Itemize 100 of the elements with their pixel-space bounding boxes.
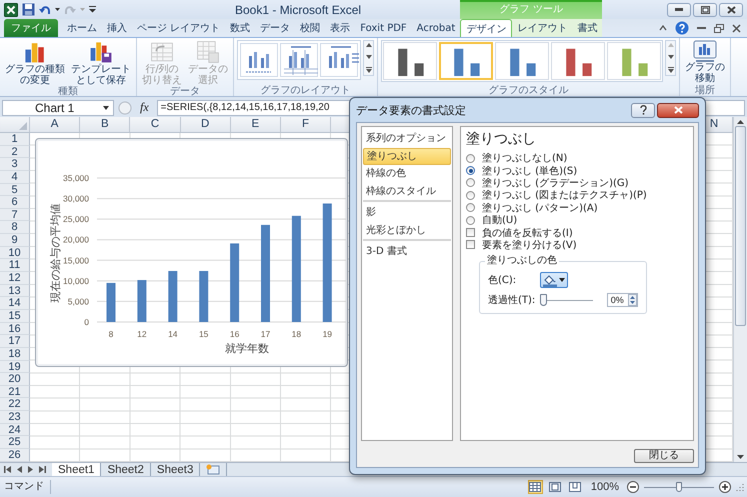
ribbon-tab[interactable]: 挿入 (102, 19, 132, 37)
spinner-icon[interactable] (628, 294, 637, 306)
ribbon-tab[interactable]: レイアウト (512, 19, 572, 37)
row-header[interactable]: 22 (0, 398, 30, 412)
ribbon-tab[interactable]: ホーム (62, 19, 102, 37)
row-header[interactable]: 2 (0, 146, 30, 158)
row-header[interactable]: 4 (0, 170, 30, 184)
row-header[interactable]: 11 (0, 259, 30, 272)
close-icon[interactable] (732, 24, 741, 32)
category-item[interactable]: 系列のオプション (363, 130, 451, 148)
maximize-button[interactable] (693, 2, 717, 16)
scroll-up-icon[interactable] (366, 43, 372, 47)
category-item[interactable]: 枠線の色 (363, 165, 451, 182)
collapse-ribbon-icon[interactable] (659, 25, 667, 31)
view-button[interactable] (568, 480, 583, 494)
row-header[interactable]: 12 (0, 272, 30, 285)
bar[interactable] (137, 280, 146, 322)
ribbon-tab[interactable]: 校閲 (295, 19, 326, 37)
style-thumbnail[interactable] (439, 42, 493, 80)
ribbon-tab[interactable]: Foxit PDF (355, 19, 412, 37)
row-header[interactable]: 8 (0, 221, 30, 234)
color-picker-button[interactable] (540, 272, 568, 288)
bar[interactable] (230, 243, 240, 322)
caret-icon[interactable] (55, 8, 60, 12)
column-header[interactable]: A (30, 117, 80, 132)
name-box[interactable]: Chart 1 (2, 100, 114, 116)
row-header[interactable]: 18 (0, 348, 30, 361)
more-icon[interactable] (366, 67, 372, 73)
row-header[interactable]: 9 (0, 234, 30, 247)
percent-field[interactable]: 0% (606, 293, 638, 308)
scroll-down-icon[interactable] (366, 55, 372, 59)
close-dialog-button[interactable]: 閉じる (634, 449, 694, 463)
category-item[interactable]: 塗りつぶし (363, 148, 451, 165)
category-item[interactable]: 影 (363, 204, 451, 222)
column-header[interactable]: B (80, 117, 130, 132)
row-header[interactable]: 21 (0, 386, 30, 398)
first-sheet-icon[interactable] (4, 466, 11, 473)
row-header[interactable]: 7 (0, 208, 30, 222)
row-header[interactable]: 20 (0, 373, 30, 386)
undo-icon[interactable] (39, 4, 51, 16)
help-button[interactable] (631, 102, 655, 118)
ribbon-tab[interactable]: Acrobat (412, 19, 460, 37)
next-sheet-icon[interactable] (28, 466, 33, 473)
resize-grip-icon[interactable] (736, 483, 744, 491)
last-sheet-icon[interactable] (39, 466, 46, 473)
view-button[interactable] (548, 480, 563, 494)
ribbon-tab[interactable]: 表示 (325, 19, 356, 37)
style-thumbnail[interactable] (607, 42, 661, 80)
ribbon-tab[interactable]: ページ レイアウト (132, 19, 226, 37)
row-header[interactable]: 5 (0, 184, 30, 196)
splitter-handle-icon[interactable] (118, 100, 132, 114)
row-header[interactable]: 24 (0, 424, 30, 436)
insert-function-button[interactable]: fx (136, 100, 153, 115)
close-button[interactable] (719, 2, 743, 16)
minimize-button[interactable] (667, 2, 691, 16)
layout-thumbnail[interactable] (320, 43, 358, 77)
row-header[interactable]: 19 (0, 360, 30, 374)
row-header[interactable]: 3 (0, 158, 30, 171)
zoom-level[interactable]: 100% (588, 481, 622, 493)
style-thumbnail[interactable] (551, 42, 605, 80)
row-header[interactable]: 26 (0, 449, 30, 462)
radio-button[interactable] (466, 166, 475, 176)
save-icon[interactable] (22, 3, 35, 16)
ribbon-tab[interactable]: データ (255, 19, 296, 37)
zoom-slider-thumb[interactable] (676, 482, 682, 492)
style-thumbnail[interactable] (383, 42, 437, 80)
scroll-down-icon[interactable] (668, 55, 674, 59)
column-header[interactable]: E (230, 117, 281, 132)
bar[interactable] (292, 216, 301, 322)
close-button[interactable] (657, 102, 699, 118)
ribbon-button[interactable]: グラフの種類の変更 (3, 40, 67, 86)
zoom-in-icon[interactable] (719, 481, 731, 493)
vertical-scrollbar[interactable] (733, 117, 747, 462)
radio-button[interactable] (466, 216, 475, 225)
layout-thumbnail[interactable] (240, 43, 278, 77)
radio-button[interactable] (466, 190, 475, 200)
column-header[interactable]: F (280, 117, 332, 132)
view-button[interactable] (528, 480, 543, 494)
category-item[interactable]: 枠線のスタイル (363, 182, 451, 202)
row-header[interactable]: 10 (0, 246, 30, 260)
row-header[interactable]: 23 (0, 411, 30, 424)
layout-thumbnail[interactable] (280, 43, 318, 77)
transparency-slider-thumb[interactable] (540, 294, 547, 306)
radio-button[interactable] (466, 203, 475, 212)
zoom-out-icon[interactable] (627, 481, 639, 493)
row-header[interactable]: 15 (0, 310, 30, 323)
row-header[interactable]: 25 (0, 436, 30, 450)
row-header[interactable]: 16 (0, 322, 30, 336)
category-item[interactable]: 光彩とぼかし (363, 222, 451, 241)
radio-button[interactable] (466, 154, 475, 163)
bar[interactable] (199, 270, 208, 322)
category-item[interactable]: 3-D 書式 (363, 243, 451, 260)
radio-button[interactable] (466, 178, 475, 188)
checkbox[interactable] (466, 228, 475, 238)
bar[interactable] (322, 204, 332, 322)
ribbon-tab[interactable]: デザイン (460, 19, 512, 37)
ribbon-tab[interactable]: 数式 (225, 19, 256, 37)
ribbon-tab[interactable]: 書式 (572, 19, 602, 37)
previous-sheet-icon[interactable] (17, 466, 22, 473)
row-header[interactable]: 1 (0, 133, 30, 146)
